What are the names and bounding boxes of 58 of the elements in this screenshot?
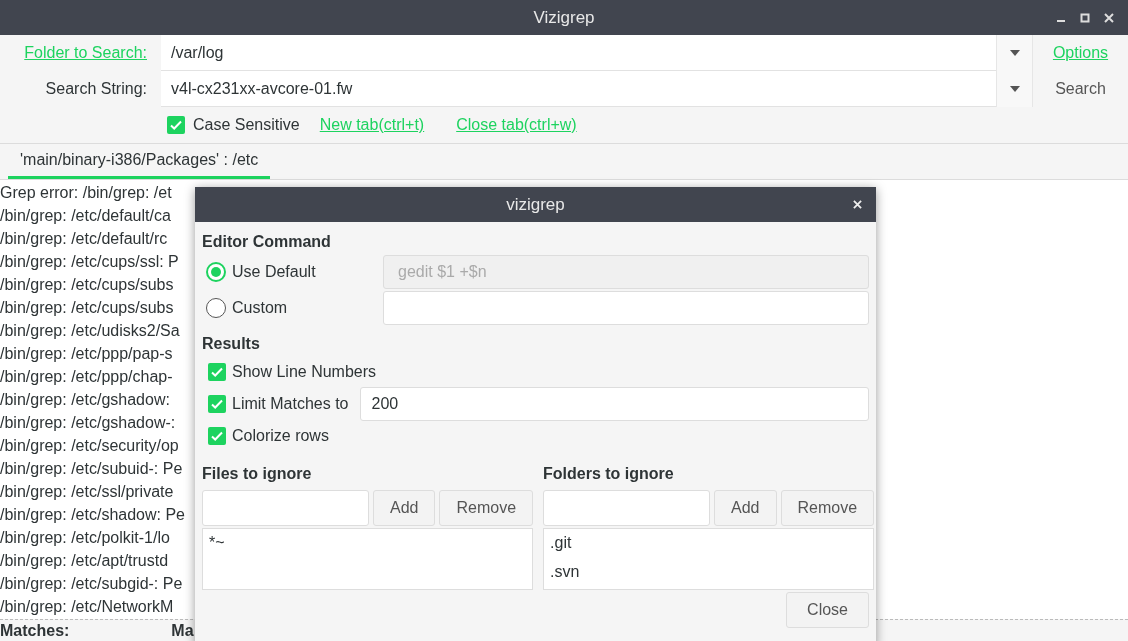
output-line: /bin/grep: /etc/ppp/chap-: [0, 367, 173, 387]
output-line: /bin/grep: /etc/NetworkM: [0, 597, 174, 617]
case-sensitive-label: Case Sensitive: [193, 116, 300, 134]
output-line: /bin/grep: /etc/default/rc: [0, 229, 168, 249]
search-string-field[interactable]: v4l-cx231xx-avcore-01.fw: [161, 71, 996, 107]
section-heading: Editor Command: [202, 232, 332, 252]
output-line: /bin/grep: /etc/gshadow-:: [0, 413, 176, 433]
ignore-list-item[interactable]: *~: [209, 531, 527, 560]
output-line: /bin/grep: /etc/subgid-: Pe: [0, 574, 183, 594]
checkbox[interactable]: [208, 395, 226, 413]
output-line: /bin/grep: /etc/cups/subs: [0, 298, 174, 318]
window-title: Vizigrep: [533, 7, 595, 28]
radio-label: Custom: [232, 299, 288, 317]
checkbox[interactable]: [208, 427, 226, 445]
output-line: /bin/grep: /etc/cups/subs: [0, 275, 174, 295]
checkbox-label: Limit Matches to: [232, 395, 349, 413]
output-line: /bin/grep: /etc/ssl/private: [0, 482, 174, 502]
section-heading: Results: [202, 334, 261, 354]
section-heading: Files to ignore: [202, 464, 313, 484]
ignore-list-item[interactable]: .git: [550, 531, 868, 560]
output-line: /bin/grep: /etc/polkit-1/lo: [0, 528, 170, 548]
output-line: /bin/grep: /etc/default/ca: [0, 206, 171, 226]
add-button[interactable]: Add: [373, 490, 436, 526]
limit-field[interactable]: 200: [360, 387, 869, 421]
status-text: Ma: [171, 621, 194, 640]
output-line: /bin/grep: /etc/udisks2/Sa: [0, 321, 180, 341]
output-line: /bin/grep: /etc/shadow: Pe: [0, 505, 185, 525]
editor-command-field[interactable]: [383, 291, 869, 325]
section-heading: Folders to ignore: [543, 464, 675, 484]
remove-button[interactable]: Remove: [780, 490, 875, 526]
dialog-title: vizigrep: [506, 194, 565, 215]
output-line: /bin/grep: /etc/ppp/pap-s: [0, 344, 173, 364]
maximize-icon[interactable]: [1080, 12, 1090, 23]
caret-icon: [1009, 86, 1020, 92]
close-icon[interactable]: [853, 200, 862, 209]
caret-icon: [1009, 50, 1020, 56]
status-text: Matches:: [0, 621, 70, 640]
output-line: /bin/grep: /etc/cups/ssl: P: [0, 252, 179, 272]
remove-button[interactable]: Remove: [439, 490, 534, 526]
ignore-list-item[interactable]: .svn: [550, 560, 868, 589]
search-string-label: Search String:: [45, 80, 147, 98]
output-line: /bin/grep: /etc/apt/trustd: [0, 551, 169, 571]
checkbox-label: Show Line Numbers: [232, 363, 377, 381]
output-line: /bin/grep: /etc/gshadow:: [0, 390, 170, 410]
close-icon[interactable]: [1104, 12, 1114, 23]
radio-label: Use Default: [232, 263, 316, 281]
ignore-input-field[interactable]: [543, 490, 711, 526]
checkbox[interactable]: [208, 363, 226, 381]
output-line: /bin/grep: /etc/security/op: [0, 436, 179, 456]
folder-field[interactable]: /var/log: [161, 35, 996, 71]
ignore-input-field[interactable]: [202, 490, 369, 526]
add-button[interactable]: Add: [714, 490, 777, 526]
output-line: /bin/grep: /etc/subuid-: Pe: [0, 459, 183, 479]
checkbox-label: Colorize rows: [232, 427, 329, 445]
output-line: Grep error: /bin/grep: /et: [0, 183, 172, 203]
radio-button[interactable]: [206, 298, 226, 318]
case-sensitive-checkbox[interactable]: [167, 116, 185, 134]
close-button[interactable]: Close: [786, 592, 869, 628]
